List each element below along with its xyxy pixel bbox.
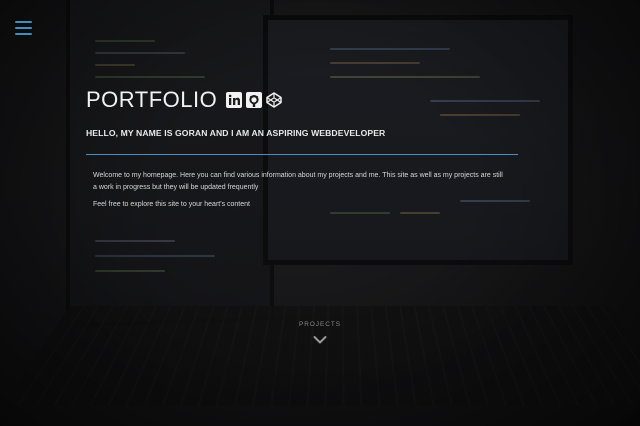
chevron-down-icon: [313, 336, 327, 344]
intro-text: Welcome to my homepage. Here you can fin…: [93, 170, 508, 211]
page-title: PORTFOLIO: [86, 87, 218, 112]
subtitle: HELLO, MY NAME IS GORAN AND I AM AN ASPI…: [86, 128, 386, 138]
intro-paragraph: Feel free to explore this site to your h…: [93, 201, 250, 208]
hero-section: PORTFOLIO HELLO, MY NAME IS GORAN AND I …: [86, 86, 518, 217]
hamburger-menu-icon[interactable]: [15, 21, 32, 35]
title-row: PORTFOLIO: [86, 86, 518, 114]
divider: [86, 154, 518, 155]
projects-scroll-link[interactable]: PROJECTS: [0, 321, 640, 345]
intro-paragraph: Welcome to my homepage. Here you can fin…: [93, 172, 503, 191]
projects-label: PROJECTS: [298, 321, 342, 328]
codepen-icon[interactable]: [266, 92, 282, 108]
github-icon[interactable]: [246, 92, 263, 108]
social-links: [226, 92, 282, 108]
linkedin-icon[interactable]: [226, 92, 243, 108]
